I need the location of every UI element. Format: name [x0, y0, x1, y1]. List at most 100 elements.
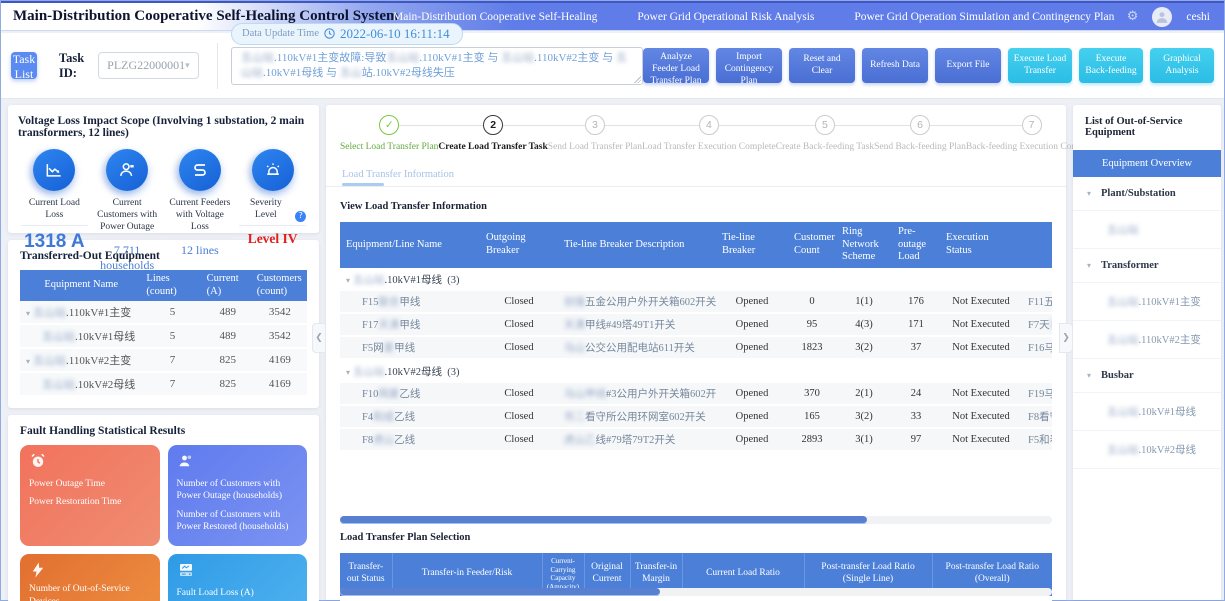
scrollbar-thumb[interactable] — [340, 516, 867, 524]
customer-count-cell: 0 — [788, 291, 836, 313]
table-row[interactable]: 五山站.10kV#1母线54893542 — [20, 324, 307, 348]
fault-description-textarea[interactable]: 五山站.110kV#1主变故障:导致五山站.110kV#1主变 与 五山站.11… — [231, 47, 643, 85]
table-row[interactable]: 五山站.10kV#2母线78254169 — [20, 372, 307, 396]
chevron-down-icon[interactable]: ▾ — [346, 368, 350, 377]
step-label: Send Load Transfer Plan — [548, 142, 642, 152]
nav-item-3[interactable]: Power Grid Operation Simulation and Cont… — [854, 11, 1114, 23]
tree-section[interactable]: ▾ Busbar — [1073, 359, 1221, 393]
tree-section-label: Busbar — [1101, 370, 1134, 381]
card-line: Number of Customers with Power Outage (h… — [177, 478, 299, 503]
tree-item[interactable]: 五山站.110kV#2主变 — [1073, 321, 1221, 359]
equipment-overview-header[interactable]: Equipment Overview — [1073, 150, 1221, 177]
execution-status-cell: Not Executed — [940, 405, 1022, 428]
ring-network-cell: 4(3) — [836, 313, 892, 336]
outgoing-breaker-cell: Closed — [480, 405, 558, 428]
chevron-down-icon[interactable]: ▾ — [1087, 189, 1091, 198]
step-circle: 7 — [1022, 115, 1042, 135]
step-circle: ✓ — [379, 115, 399, 135]
tree-item[interactable]: 五山站.10kV#1母线 — [1073, 393, 1221, 431]
step-line — [548, 125, 585, 126]
chevron-down-icon[interactable]: ▾ — [346, 276, 350, 285]
collapse-right-arrow[interactable]: ❯ — [1059, 323, 1073, 353]
customer-count-cell: 165 — [788, 405, 836, 428]
stepper-step-4: 4Load Transfer Execution Complete — [642, 115, 776, 152]
table-row[interactable]: F17天潢甲线Closed天潢甲线#49塔49T1开关Opened954(3)1… — [340, 313, 1052, 336]
step-circle: 2 — [483, 115, 503, 135]
chevron-down-icon: ▾ — [185, 61, 190, 71]
table-row[interactable]: ▾五山站.110kV#2主变78254169 — [20, 348, 307, 372]
table-row[interactable]: ▾五山站.110kV#1主变54893542 — [20, 301, 307, 324]
transfer-info-title: View Load Transfer Information — [340, 201, 1052, 212]
line-name-cell: F5网夏甲线 — [340, 336, 480, 359]
scrollbar-thumb[interactable] — [340, 588, 660, 596]
toolbar-button[interactable]: Analyze Feeder Load Transfer Plan — [643, 48, 709, 83]
line-name-cell: F8虎山乙线 — [340, 428, 480, 451]
task-list-button[interactable]: Task List — [11, 52, 37, 79]
toolbar-button[interactable]: Execute Back-feeding — [1079, 48, 1143, 83]
nav-item-2[interactable]: Power Grid Operational Risk Analysis — [637, 11, 814, 23]
task-id-value: PLZG22000001 — [107, 58, 185, 73]
task-id-select[interactable]: PLZG22000001 ▾ — [98, 52, 199, 79]
tie-line-desc-cell: 虎山乙线#79塔79T2开关 — [558, 428, 716, 451]
toolbar-button[interactable]: Reset and Clear — [789, 48, 855, 83]
customer-count-cell: 370 — [788, 383, 836, 405]
column-header: Equipment/Line Name — [340, 222, 480, 268]
chevron-down-icon[interactable]: ▾ — [26, 357, 30, 366]
toolbar-button[interactable]: Refresh Data — [862, 48, 928, 83]
execution-status-cell: Not Executed — [940, 428, 1022, 451]
toolbar: Task List Task ID: PLZG22000001 ▾ Data U… — [1, 33, 1224, 99]
customers-cell: 3542 — [253, 324, 307, 348]
toolbar-button[interactable]: Execute Load Transfer — [1008, 48, 1072, 83]
table-row[interactable]: F4和成乙线Closed市二看守所公用环网室602开关Opened1653(2)… — [340, 405, 1052, 428]
table-row[interactable]: F5网夏甲线Closed马山公交公用配电站611开关Opened18233(2)… — [340, 336, 1052, 359]
card-line: Fault Load Loss (A) — [177, 587, 299, 599]
equipment-name-cell: 五山站.10kV#2母线 — [20, 372, 142, 396]
tie-line-breaker-cell: Opened — [716, 405, 788, 428]
toolbar-button[interactable]: Import Contingency Plan — [716, 48, 782, 83]
outgoing-breaker-cell: Closed — [480, 291, 558, 313]
severity-icon — [252, 149, 294, 191]
group-row[interactable]: ▾五山站.10kV#1母线 (3) — [340, 268, 1052, 291]
gear-icon[interactable]: ⚙ — [1127, 9, 1139, 24]
step-line — [399, 125, 438, 126]
left-column: Voltage Loss Impact Scope (Involving 1 s… — [8, 105, 319, 596]
clock-icon — [324, 28, 335, 39]
tab-load-transfer-information[interactable]: Load Transfer Information — [342, 169, 454, 186]
step-line — [776, 125, 815, 126]
tree-section[interactable]: ▾Plant/Substation — [1073, 177, 1221, 211]
execution-status-cell: Not Executed — [940, 336, 1022, 359]
stat-value: 12 lines — [164, 243, 237, 258]
outgoing-breaker-cell: Closed — [480, 313, 558, 336]
next-column-cell: F5和春 — [1022, 428, 1052, 451]
chevron-down-icon[interactable]: ▾ — [1087, 261, 1091, 270]
out-of-service-title: List of Out-of-Service Equipment — [1073, 105, 1221, 150]
tree-section[interactable]: ▾Transformer — [1073, 249, 1221, 283]
tree-item[interactable]: 五山站.110kV#1主变 — [1073, 283, 1221, 321]
collapse-left-arrow[interactable]: ❮ — [312, 323, 326, 353]
next-column-cell: F8看守 — [1022, 405, 1052, 428]
customers-cell: 4169 — [253, 372, 307, 396]
toolbar-button[interactable]: Graphical Analysis — [1150, 48, 1214, 83]
stat-item: Current Feeders with Voltage Loss12 line… — [164, 149, 237, 273]
chevron-down-icon[interactable]: ▾ — [1087, 371, 1091, 380]
lines-cell: 7 — [142, 348, 202, 372]
help-icon[interactable]: ? — [295, 211, 306, 222]
execution-status-cell: Not Executed — [940, 383, 1022, 405]
ring-network-cell: 3(1) — [836, 428, 892, 451]
execution-status-cell: Not Executed — [940, 291, 1022, 313]
table-row[interactable]: F10网夏乙线Closed马山甲线#3公用户外开关箱602开关Opened370… — [340, 383, 1052, 405]
step-label: Send Back-feeding Plan — [874, 142, 966, 152]
tree-item[interactable]: 五山站.10kV#2母线 — [1073, 431, 1221, 469]
toolbar-button[interactable]: Export File — [935, 48, 1001, 83]
avatar[interactable] — [1152, 7, 1172, 27]
tree-item[interactable]: 五山站 — [1073, 211, 1221, 249]
chevron-down-icon[interactable]: ▾ — [26, 309, 30, 318]
stepper-step-6: 6Send Back-feeding Plan — [874, 115, 966, 152]
user-name[interactable]: ceshi — [1186, 11, 1210, 23]
table-row[interactable]: F15联合甲线Closed创强五金公用户外开关箱602开关Opened01(1)… — [340, 291, 1052, 313]
nav-item-1[interactable]: Main-Distribution Cooperative Self-Heali… — [393, 11, 597, 23]
step-line — [642, 125, 699, 126]
table-row[interactable]: F8虎山乙线Closed虎山乙线#79塔79T2开关Opened28933(1)… — [340, 428, 1052, 451]
lightning-icon — [29, 561, 151, 581]
group-row[interactable]: ▾五山站.10kV#2母线 (3) — [340, 359, 1052, 383]
